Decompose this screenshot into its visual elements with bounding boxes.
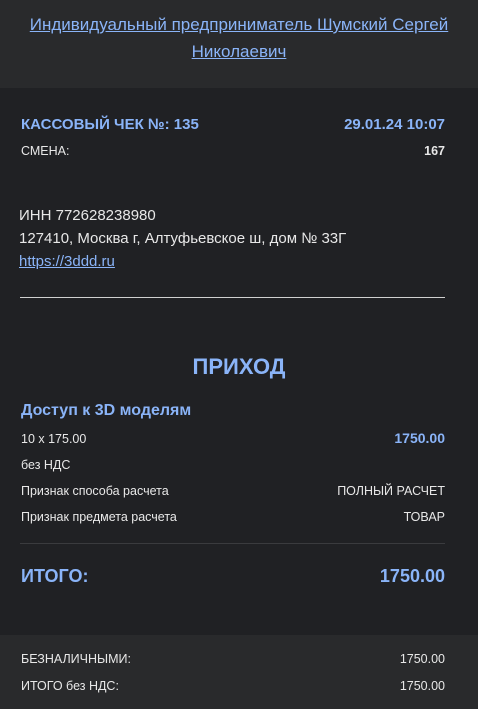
shift-row: СМЕНА: 167 [21, 144, 445, 158]
receipt-title-row: КАССОВЫЙ ЧЕК №: 135 29.01.24 10:07 [21, 116, 445, 133]
cashless-label: БЕЗНАЛИЧНЫМИ: [21, 652, 131, 666]
receipt-panel: КАССОВЫЙ ЧЕК №: 135 29.01.24 10:07 СМЕНА… [0, 88, 478, 635]
total-divider [20, 543, 445, 544]
total-no-vat-value: 1750.00 [399, 679, 445, 693]
item-vat: без НДС [21, 458, 71, 472]
total-value: 1750.00 [379, 566, 445, 586]
subject-row: Признак предмета расчета ТОВАР [21, 510, 445, 524]
subject-value: ТОВАР [403, 510, 445, 524]
receipt-title: КАССОВЫЙ ЧЕК №: 135 [21, 116, 199, 133]
item-qty-row: 10 x 175.00 1750.00 [21, 430, 445, 446]
address: 127410, Москва г, Алтуфьевское ш, дом № … [19, 230, 347, 247]
item-vat-row: без НДС [21, 458, 445, 472]
total-no-vat-row: ИТОГО без НДС: 1750.00 [21, 679, 445, 693]
payment-method-value: ПОЛНЫЙ РАСЧЕТ [337, 484, 445, 498]
total-label: ИТОГО: [21, 566, 89, 586]
subject-label: Признак предмета расчета [21, 510, 177, 524]
website-link[interactable]: https://3ddd.ru [19, 253, 115, 270]
total-row: ИТОГО: 1750.00 [21, 566, 445, 587]
inn: ИНН 772628238980 [19, 207, 156, 224]
item-sum: 1750.00 [394, 430, 445, 446]
item-qty-price: 10 x 175.00 [21, 432, 87, 446]
shift-value: 167 [424, 144, 445, 158]
receipt-datetime: 29.01.24 10:07 [344, 116, 445, 133]
total-no-vat-label: ИТОГО без НДС: [21, 679, 119, 693]
cashless-value: 1750.00 [399, 652, 445, 666]
payment-footer: БЕЗНАЛИЧНЫМИ: 1750.00 ИТОГО без НДС: 175… [0, 635, 478, 709]
merchant-name-link[interactable]: Индивидуальный предприниматель Шумский С… [20, 11, 458, 65]
payment-method-row: Признак способа расчета ПОЛНЫЙ РАСЧЕТ [21, 484, 445, 498]
cashless-row: БЕЗНАЛИЧНЫМИ: 1750.00 [21, 652, 445, 666]
divider [20, 297, 445, 298]
operation-type: ПРИХОД [192, 354, 286, 379]
seller-info: ИНН 772628238980 127410, Москва г, Алтуф… [19, 204, 346, 273]
shift-label: СМЕНА: [21, 144, 70, 158]
item-name: Доступ к 3D моделям [21, 402, 192, 419]
merchant-header: Индивидуальный предприниматель Шумский С… [0, 0, 478, 88]
payment-method-label: Признак способа расчета [21, 484, 169, 498]
